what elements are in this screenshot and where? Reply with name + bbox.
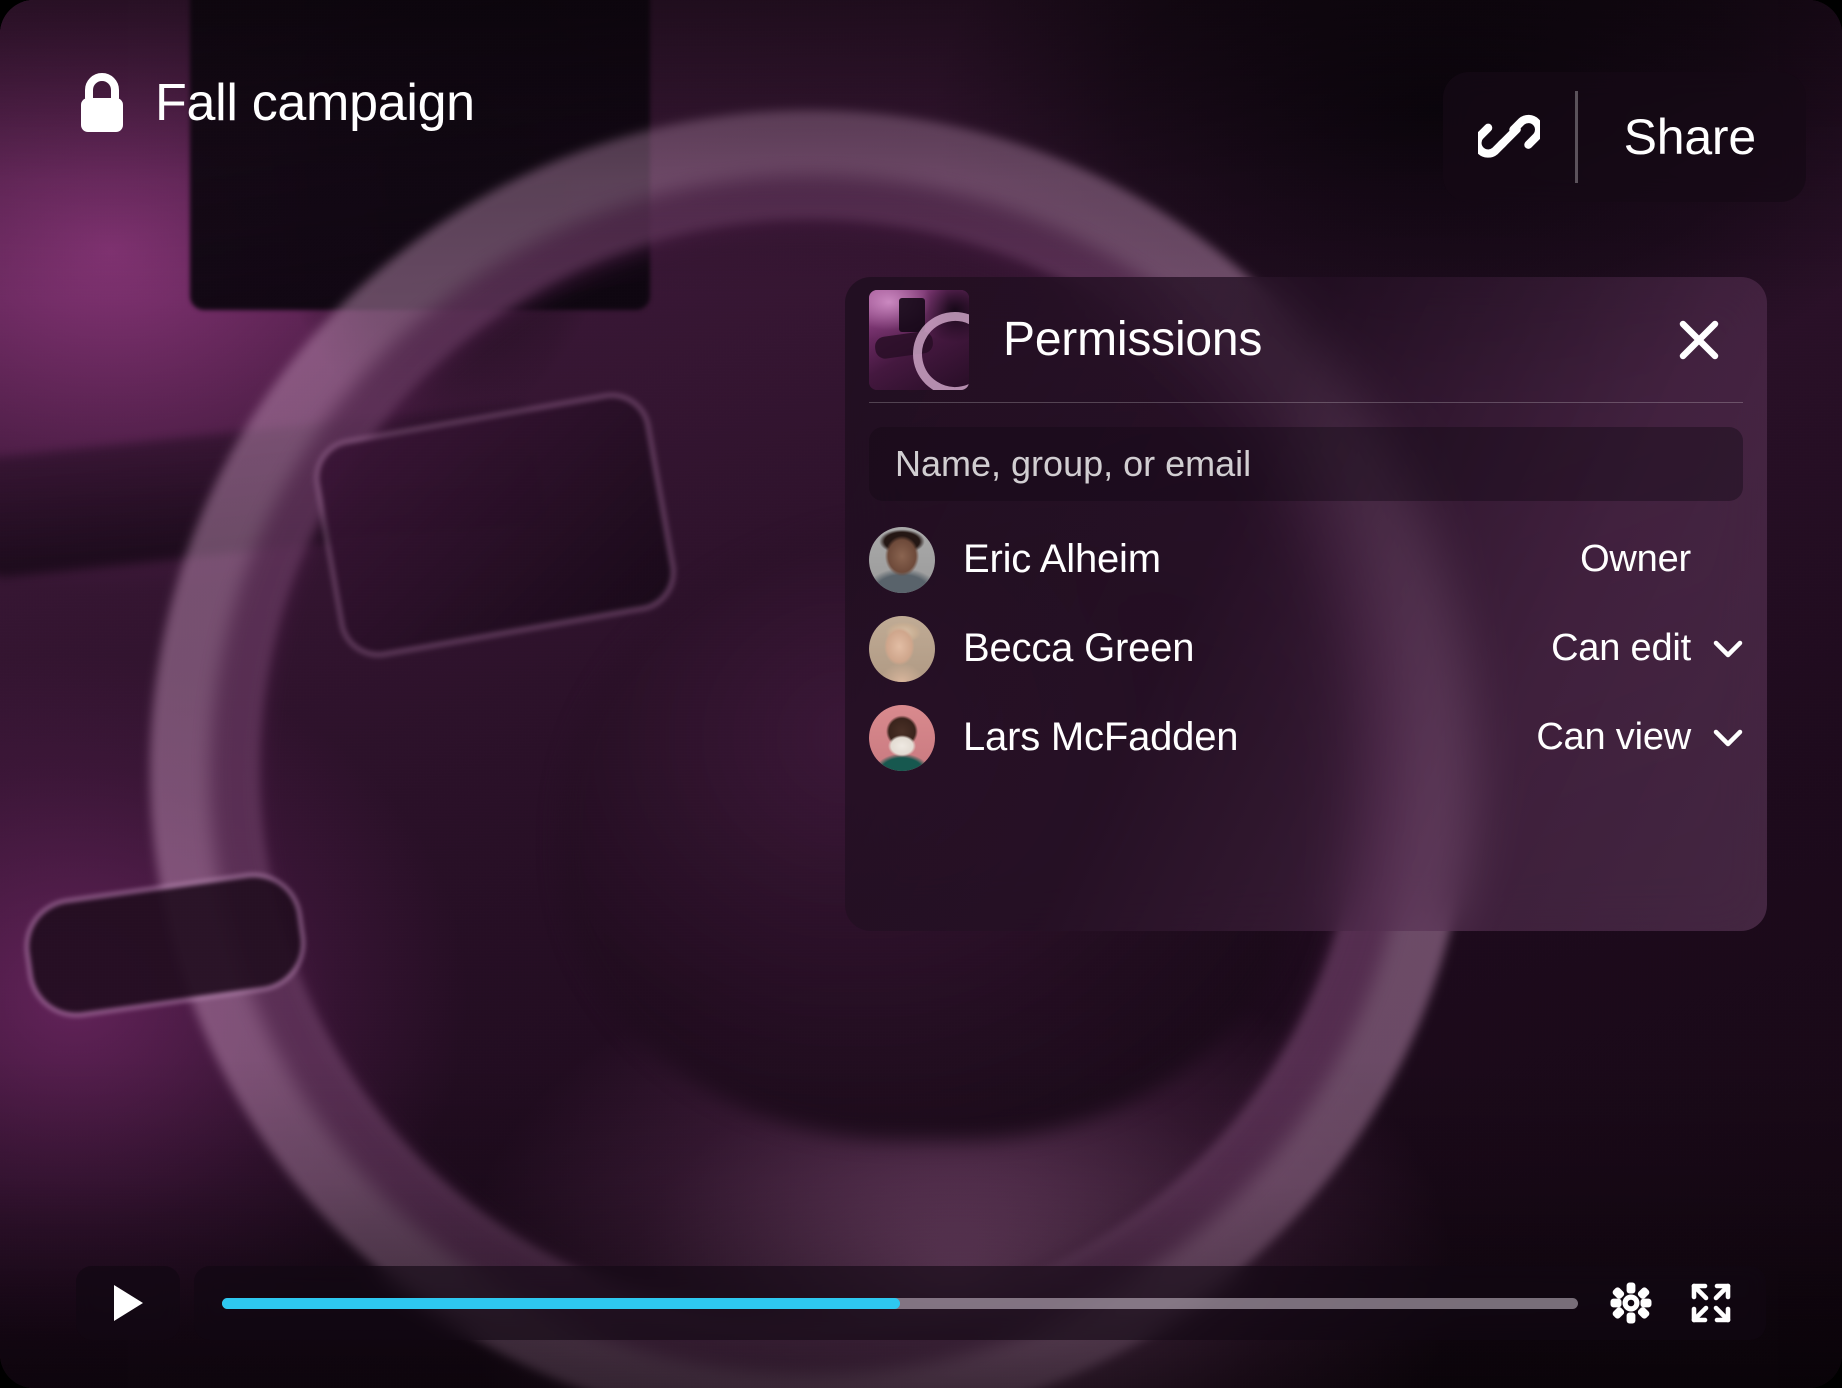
link-icon	[1477, 114, 1540, 158]
app-root: Fall campaign Share Permissions Name, gr…	[0, 0, 1842, 1388]
role-label: Can view	[1536, 716, 1691, 758]
list-item[interactable]: Becca Green Can edit	[869, 604, 1743, 693]
lock-icon	[81, 73, 123, 132]
progress-scrubber[interactable]	[222, 1297, 1578, 1309]
close-dialog-button[interactable]	[1669, 310, 1729, 370]
expand-icon	[1691, 1283, 1731, 1323]
invite-search-input[interactable]	[869, 427, 1743, 501]
video-title-row: Fall campaign	[75, 72, 475, 134]
play-icon	[114, 1285, 143, 1321]
role-label: Owner	[1580, 538, 1691, 580]
permissions-title: Permissions	[1003, 313, 1263, 366]
video-thumbnail	[869, 289, 969, 390]
player-controls	[76, 1266, 1766, 1340]
close-icon	[1679, 320, 1719, 359]
gear-icon	[1610, 1282, 1652, 1324]
play-button[interactable]	[76, 1266, 180, 1340]
role-selector[interactable]: Can edit	[1551, 627, 1743, 670]
share-button[interactable]: Share	[1578, 72, 1806, 202]
list-item[interactable]: Lars McFadden Can view	[869, 693, 1743, 782]
chevron-down-icon[interactable]	[1713, 728, 1743, 748]
copy-link-button[interactable]	[1443, 72, 1575, 202]
avatar	[869, 615, 935, 682]
permissions-people-list: Eric Alheim Owner Becca Green Can edit L…	[845, 501, 1767, 782]
settings-button[interactable]	[1604, 1276, 1658, 1330]
avatar	[869, 526, 935, 593]
avatar	[869, 704, 935, 771]
role-selector: Owner	[1580, 538, 1743, 581]
permissions-dialog: Permissions Eric Alheim Owner	[845, 277, 1767, 931]
person-name: Lars McFadden	[963, 715, 1239, 759]
invite-search-wrap	[845, 403, 1767, 501]
person-name: Becca Green	[963, 626, 1195, 670]
permissions-header: Permissions	[845, 277, 1767, 402]
person-name: Eric Alheim	[963, 537, 1161, 581]
video-title: Fall campaign	[155, 74, 475, 132]
progress-fill	[222, 1297, 900, 1309]
list-item[interactable]: Eric Alheim Owner	[869, 515, 1743, 604]
progress-container	[194, 1266, 1766, 1340]
chevron-down-icon[interactable]	[1713, 639, 1743, 659]
role-label: Can edit	[1551, 627, 1691, 669]
fullscreen-button[interactable]	[1684, 1276, 1738, 1330]
share-toolbar: Share	[1442, 72, 1806, 202]
role-selector[interactable]: Can view	[1536, 716, 1743, 759]
